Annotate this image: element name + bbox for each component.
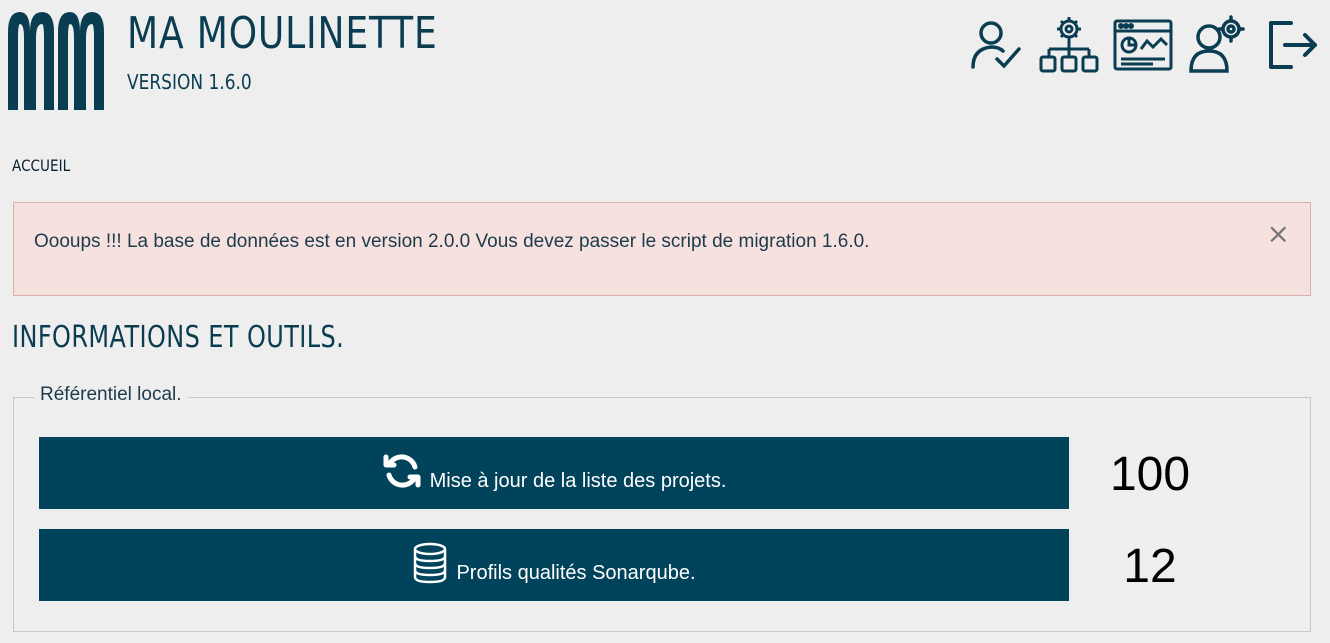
fieldset-legend: Référentiel local. xyxy=(34,384,188,406)
app-title: MA MOULINETTE xyxy=(127,8,438,59)
dashboard-icon[interactable] xyxy=(1112,14,1174,76)
close-icon[interactable]: × xyxy=(1267,217,1290,250)
org-settings-icon[interactable] xyxy=(1038,14,1100,76)
app-version: VERSION 1.6.0 xyxy=(127,70,252,94)
sync-icon xyxy=(382,451,422,495)
app-logo xyxy=(6,10,106,110)
migration-alert: Oooups !!! La base de données est en ver… xyxy=(13,202,1311,296)
header: MA MOULINETTE VERSION 1.6.0 xyxy=(0,0,1330,130)
section-title: INFORMATIONS ET OUTILS. xyxy=(12,320,345,355)
quality-profiles-label: Profils qualités Sonarqube. xyxy=(456,561,696,584)
profiles-count: 12 xyxy=(1123,540,1177,593)
database-icon xyxy=(412,542,448,588)
logout-icon[interactable] xyxy=(1260,14,1322,76)
user-settings-icon[interactable] xyxy=(1186,14,1248,76)
user-check-icon[interactable] xyxy=(964,14,1026,76)
projects-count: 100 xyxy=(1109,448,1191,501)
local-repo-fieldset: Référentiel local. Mise à jour de la lis… xyxy=(13,384,1311,632)
update-projects-label: Mise à jour de la liste des projets. xyxy=(429,469,727,492)
update-projects-button[interactable]: Mise à jour de la liste des projets. xyxy=(39,437,1069,509)
alert-message: Oooups !!! La base de données est en ver… xyxy=(34,231,870,252)
quality-profiles-button[interactable]: Profils qualités Sonarqube. xyxy=(39,529,1069,601)
toolbar xyxy=(964,14,1322,76)
breadcrumb[interactable]: ACCUEIL xyxy=(12,156,70,175)
